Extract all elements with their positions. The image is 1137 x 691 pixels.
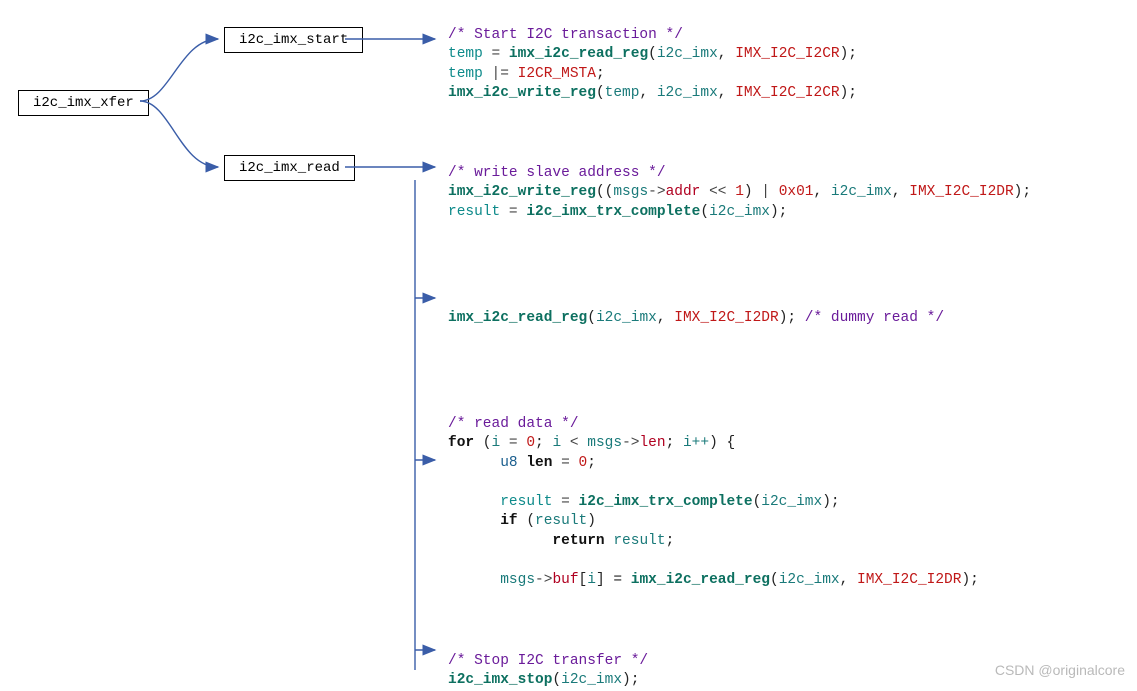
func: imx_i2c_read_reg xyxy=(509,46,648,62)
comment: /* Start I2C transaction */ xyxy=(448,27,683,43)
code-block-start: /* Start I2C transaction */ temp = imx_i… xyxy=(448,6,857,104)
watermark: CSDN @originalcore xyxy=(995,662,1125,678)
code-block-dummy-read: imx_i2c_read_reg(i2c_imx, IMX_I2C_I2DR);… xyxy=(448,289,944,328)
code-block-write-addr: /* write slave address */ imx_i2c_write_… xyxy=(448,144,1031,222)
code-block-stop: /* Stop I2C transfer */ i2c_imx_stop(i2c… xyxy=(448,632,648,691)
code-block-read-data: /* read data */ for (i = 0; i < msgs->le… xyxy=(448,395,979,591)
var: temp xyxy=(448,46,483,62)
